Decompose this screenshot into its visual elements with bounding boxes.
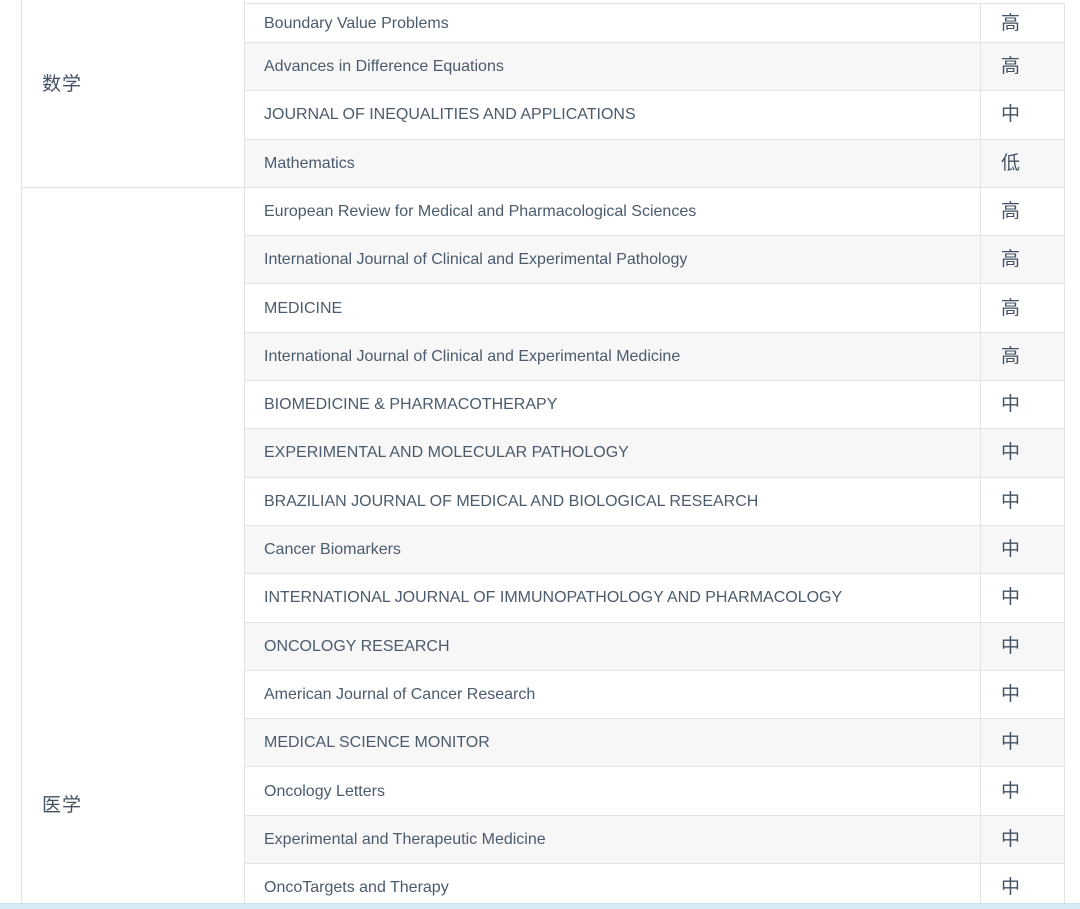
risk-level-cell: 高 (980, 333, 1065, 381)
risk-level-cell: 高 (980, 3, 1065, 43)
journal-cell: MEDICINE (245, 285, 980, 333)
bottom-highlight-strip (0, 903, 1080, 909)
category-cell-medicine: 医学 (22, 188, 245, 903)
risk-level-cell: 低 (980, 140, 1065, 188)
category-cell-math: 数学 (22, 0, 245, 188)
risk-level-cell: 中 (980, 574, 1065, 622)
journal-cell: JOURNAL OF INEQUALITIES AND APPLICATIONS (245, 91, 980, 139)
risk-level-cell: 高 (980, 43, 1065, 91)
journal-risk-table-page: 数学 医学 Boundary Value Problems高Advances i… (0, 0, 1080, 909)
journal-cell: European Review for Medical and Pharmaco… (245, 188, 980, 236)
journal-cell: Mathematics (245, 140, 980, 188)
risk-level-cell: 中 (980, 623, 1065, 671)
journal-cell: INTERNATIONAL JOURNAL OF IMMUNOPATHOLOGY… (245, 574, 980, 622)
risk-level-cell: 中 (980, 526, 1065, 574)
journal-cell: Advances in Difference Equations (245, 43, 980, 91)
journal-cell: MEDICAL SCIENCE MONITOR (245, 719, 980, 767)
risk-level-cell: 中 (980, 478, 1065, 526)
journal-cell: Cancer Biomarkers (245, 526, 980, 574)
risk-level-cell: 中 (980, 429, 1065, 477)
journal-cell: Boundary Value Problems (245, 3, 980, 43)
risk-level-cell: 中 (980, 816, 1065, 864)
risk-level-cell: 中 (980, 91, 1065, 139)
risk-level-cell: 高 (980, 285, 1065, 333)
journal-cell: Oncology Letters (245, 768, 980, 816)
journal-cell: International Journal of Clinical and Ex… (245, 236, 980, 284)
journal-cell: BIOMEDICINE & PHARMACOTHERAPY (245, 381, 980, 429)
journal-cell: BRAZILIAN JOURNAL OF MEDICAL AND BIOLOGI… (245, 478, 980, 526)
risk-level-cell: 中 (980, 719, 1065, 767)
journal-cell: International Journal of Clinical and Ex… (245, 333, 980, 381)
risk-level-cell: 中 (980, 381, 1065, 429)
risk-level-cell: 高 (980, 236, 1065, 284)
risk-level-cell: 中 (980, 671, 1065, 719)
category-label-medicine: 医学 (42, 796, 82, 815)
risk-level-cell: 中 (980, 768, 1065, 816)
risk-level-cell: 高 (980, 188, 1065, 236)
outer-left-cell (0, 0, 22, 903)
journal-cell: American Journal of Cancer Research (245, 671, 980, 719)
category-label-math: 数学 (42, 75, 82, 94)
journal-cell: EXPERIMENTAL AND MOLECULAR PATHOLOGY (245, 429, 980, 477)
journal-cell: Experimental and Therapeutic Medicine (245, 816, 980, 864)
journal-cell: ONCOLOGY RESEARCH (245, 623, 980, 671)
